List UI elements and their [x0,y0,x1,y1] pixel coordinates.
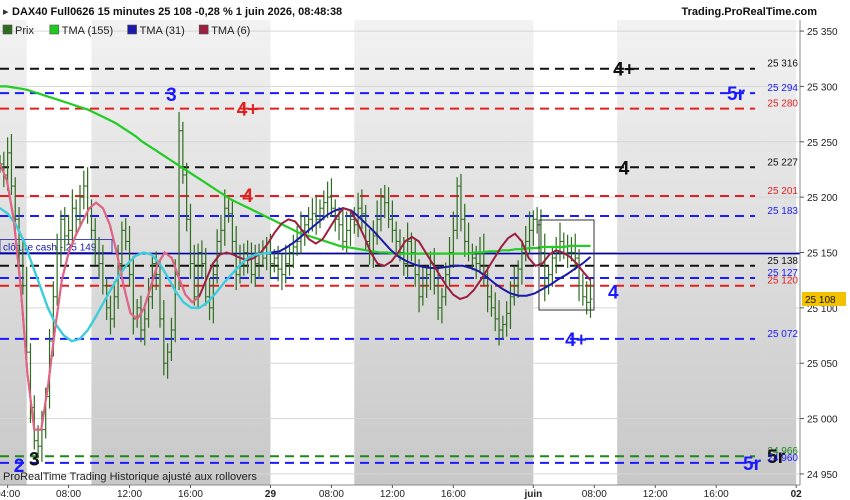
legend-label[interactable]: TMA (155) [62,25,113,37]
legend-label[interactable]: Prix [15,25,34,37]
y-tick-label: 25 150 [807,249,838,260]
level-tag: 5r [727,84,746,105]
x-tick-label: 16:00 [704,489,729,500]
current-price-label: 25 108 [805,295,836,306]
level-label: 25 316 [767,59,798,70]
chart-title: DAX40 Full0626 15 minutes 25 108 -0,28 %… [12,6,342,18]
y-tick-label: 25 250 [807,138,838,149]
x-tick-label: juin [523,489,542,500]
level-tag: 4 [619,158,630,179]
level-label: 25 201 [767,186,798,197]
legend-swatch[interactable] [127,24,137,35]
y-tick-label: 25 350 [807,27,838,38]
legend-swatch[interactable] [198,24,209,35]
x-tick-label: 08:00 [319,489,344,500]
legend-swatch[interactable] [2,24,13,35]
x-tick-label: 12:00 [117,489,142,500]
x-tick-label: 08:00 [56,489,81,500]
wave-label: 4 [242,186,253,207]
title-arrow-icon[interactable]: ▸ [3,6,9,18]
level-label: 25 183 [767,206,798,217]
level-tag: 5r [743,454,762,475]
y-tick-label: 25 050 [807,359,838,370]
y-tick-label: 25 200 [807,193,838,204]
brand-label: Trading.ProRealTime.com [681,6,817,18]
level-label: 25 138 [767,256,798,267]
level-label: 24 960 [767,453,798,464]
legend-swatch[interactable] [49,24,60,35]
y-tick-label: 24 950 [807,470,838,481]
y-tick-label: 25 000 [807,415,838,426]
level-label: 25 227 [767,157,798,168]
level-tag: 4+ [613,60,635,81]
level-label: 25 280 [767,99,798,110]
level-label: 25 294 [767,83,798,94]
x-tick-label: 12:00 [380,489,405,500]
legend-label[interactable]: TMA (31) [140,25,185,37]
wave-label: 4+ [237,100,259,121]
x-tick-label: 08:00 [582,489,607,500]
x-tick-label: 16:00 [178,489,203,500]
level-tag: 4+ [565,330,587,351]
footer-note: ProRealTime Trading Historique ajusté au… [3,471,257,483]
chart-window: clôture cash - 25 149 25 316 4+ 25 294 5r 25 … [0,0,850,500]
y-tick-label: 25 300 [807,82,838,93]
x-tick-label: 02 [791,489,803,500]
price-chart[interactable]: clôture cash - 25 14925 3164+25 2945r 25 … [0,0,850,500]
x-tick-label: 12:00 [643,489,668,500]
wave-label: 3 [166,85,177,106]
level-label: 25 072 [767,329,798,340]
level-label: 25 120 [767,276,798,287]
x-tick-label: 29 [265,489,277,500]
x-tick-label: 04:00 [0,489,21,500]
wave-label: 4 [608,282,619,303]
legend-label[interactable]: TMA (6) [211,25,250,37]
x-tick-label: 16:00 [441,489,466,500]
